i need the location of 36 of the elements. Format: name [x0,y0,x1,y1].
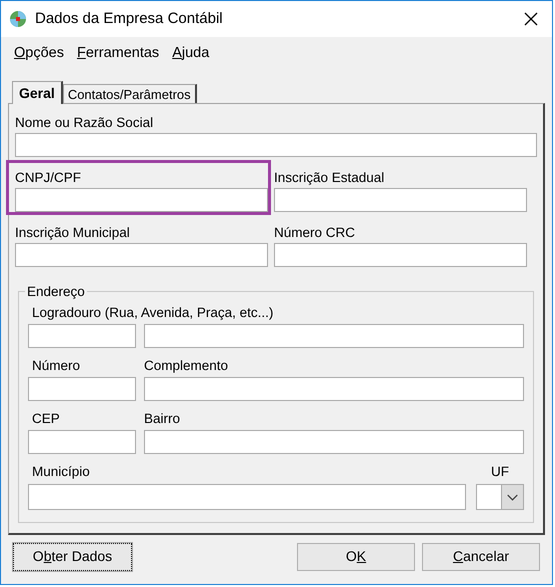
dialog-button[interactable]: Cancelar [422,542,540,570]
field-label: Inscrição Estadual [274,169,386,187]
input-field[interactable] [274,243,527,267]
input-field[interactable] [28,484,466,510]
input-field[interactable] [144,324,524,348]
field-label: Município [31,463,91,481]
field-label: Nome ou Razão Social [15,114,154,132]
input-field[interactable] [15,133,537,157]
field-label: Número CRC [274,224,356,242]
menu-item[interactable]: Opções [14,43,64,65]
input-field[interactable] [144,377,524,401]
window-title: Dados da Empresa Contábil [35,8,224,29]
tab[interactable]: Geral [12,81,63,104]
dropdown[interactable] [476,484,524,510]
input-field[interactable] [15,243,268,267]
input-field[interactable] [28,377,136,401]
input-field[interactable] [28,430,136,454]
input-field[interactable] [15,188,268,212]
field-label: CEP [32,410,61,428]
field-label: Logradouro (Rua, Avenida, Praça, etc...) [32,304,274,322]
field-label: UF [491,463,509,481]
field-label: Inscrição Municipal [15,224,131,242]
field-label: Número [32,357,82,375]
menu-item[interactable]: Ajuda [172,43,210,65]
input-field[interactable] [274,188,527,212]
input-field[interactable] [144,430,524,454]
field-label: CNPJ/CPF [15,169,82,187]
input-field[interactable] [28,324,136,348]
app-icon [9,10,27,28]
field-label: Complemento [144,357,228,375]
menu-item[interactable]: Ferramentas [76,43,160,65]
dialog-button[interactable]: Obter Dados [13,542,132,570]
dialog-button[interactable]: OK [297,542,415,570]
close-icon[interactable] [524,12,538,26]
tab[interactable]: Contatos/Parâmetros [62,84,197,104]
field-label: Bairro [144,410,180,428]
